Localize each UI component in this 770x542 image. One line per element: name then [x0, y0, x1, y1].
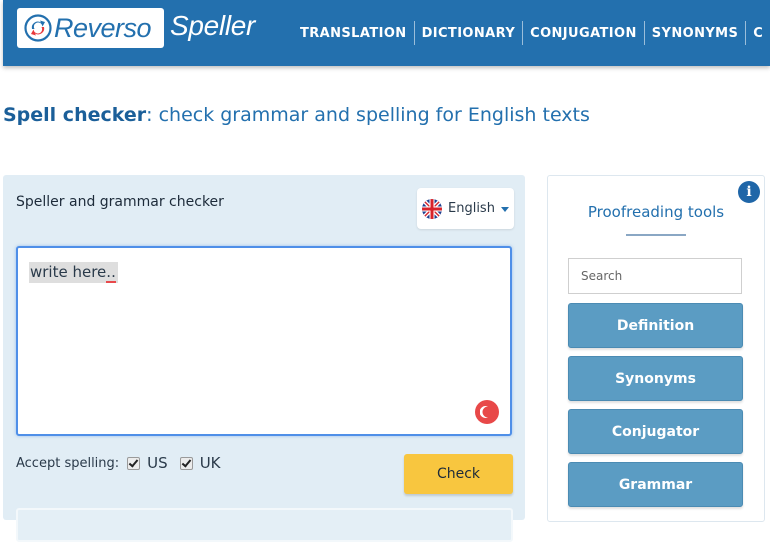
page-title: Spell checker: check grammar and spellin… — [3, 104, 590, 126]
definition-button[interactable]: Definition — [568, 303, 743, 348]
uk-flag-icon — [422, 198, 442, 219]
product-name: Speller — [170, 10, 256, 41]
reverso-logo-icon — [24, 14, 52, 42]
page-title-strong: Spell checker — [3, 104, 146, 126]
nav-translation[interactable]: TRANSLATION — [293, 20, 414, 46]
proofreading-tools-panel: Proofreading tools Definition Synonyms C… — [547, 175, 765, 522]
editor-text: write here.. — [29, 262, 118, 283]
uk-label: UK — [199, 454, 221, 472]
tools-title: Proofreading tools — [587, 203, 725, 221]
nav-conjugation[interactable]: CONJUGATION — [523, 20, 644, 46]
check-button[interactable]: Check — [404, 454, 513, 494]
nav-dictionary[interactable]: DICTIONARY — [415, 20, 523, 46]
info-icon[interactable]: i — [738, 181, 760, 203]
page-title-strong-text: Spell checker — [3, 104, 147, 126]
text-editor[interactable]: write here.. — [16, 246, 512, 436]
language-select[interactable]: English — [417, 188, 514, 229]
synonyms-button[interactable]: Synonyms — [568, 356, 743, 401]
accept-spelling-row: Accept spelling: US UK — [16, 454, 225, 472]
title-underline — [626, 234, 686, 236]
main-nav: TRANSLATION DICTIONARY CONJUGATION SYNON… — [293, 20, 770, 46]
grammar-status-icon[interactable] — [475, 400, 499, 424]
checker-panel: Speller and grammar checker English writ… — [3, 175, 525, 542]
result-box — [16, 508, 513, 542]
language-label: English — [448, 201, 495, 216]
tools-search-input[interactable] — [568, 258, 742, 294]
page-title-rest: : check grammar and spelling for English… — [146, 104, 590, 126]
checker-title: Speller and grammar checker — [16, 194, 224, 210]
nav-synonyms[interactable]: SYNONYMS — [645, 20, 746, 46]
moon-icon — [480, 406, 488, 418]
chevron-down-icon — [500, 207, 509, 212]
reverso-logo[interactable]: Reverso — [17, 8, 164, 48]
grammar-button[interactable]: Grammar — [568, 462, 743, 507]
accept-spelling-label: Accept spelling: — [16, 455, 120, 471]
top-header: Reverso Speller TRANSLATION DICTIONARY C… — [3, 0, 770, 66]
logo-text: Reverso — [54, 12, 152, 43]
conjugator-button[interactable]: Conjugator — [568, 409, 743, 454]
uk-checkbox[interactable] — [179, 456, 193, 470]
nav-item-cutoff[interactable]: C — [746, 20, 770, 46]
us-label: US — [147, 454, 168, 472]
editor-text-main: write here — [30, 263, 107, 281]
editor-text-error: .. — [106, 263, 116, 283]
us-checkbox[interactable] — [127, 456, 141, 470]
